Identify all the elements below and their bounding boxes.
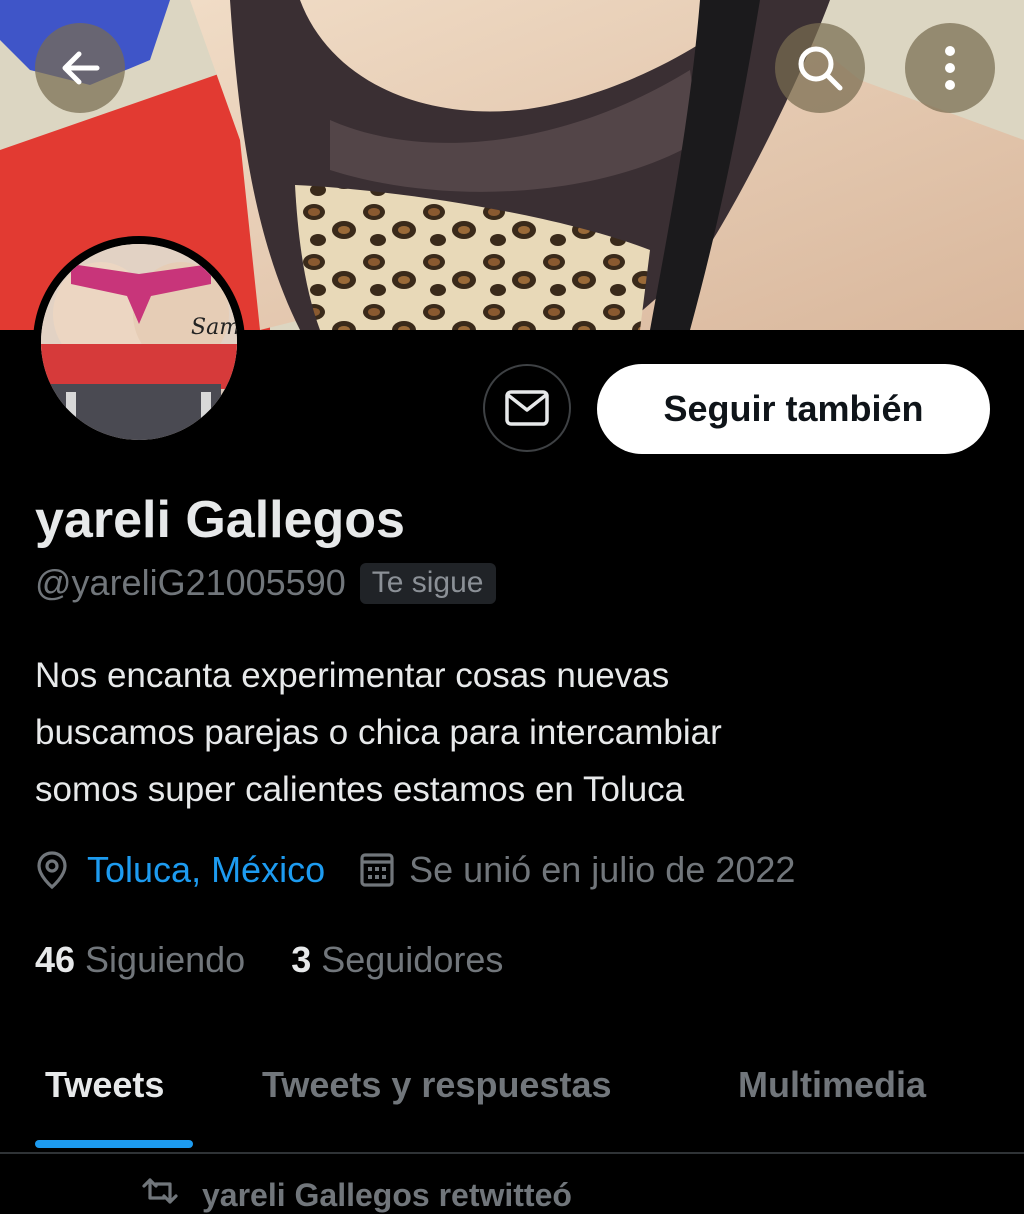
calendar-icon	[359, 851, 395, 889]
active-tab-indicator	[35, 1140, 193, 1148]
follow-back-button[interactable]: Seguir también	[597, 364, 990, 454]
followers-count: 3	[291, 939, 312, 980]
message-button[interactable]	[483, 364, 571, 452]
join-date: Se unió en julio de 2022	[409, 849, 796, 890]
tab-tweets[interactable]: Tweets	[45, 1064, 164, 1106]
avatar-watermark: Sam	[191, 315, 237, 340]
location-pin-icon	[35, 850, 69, 890]
display-name: yareli Gallegos	[35, 491, 405, 549]
bio-line: somos super calientes estamos en Toluca	[35, 770, 685, 809]
retweet-context: yareli Gallegos retwitteó	[140, 1176, 572, 1214]
tab-tweets-and-replies[interactable]: Tweets y respuestas	[262, 1064, 612, 1106]
retweet-label: yareli Gallegos retwitteó	[202, 1176, 572, 1213]
more-vertical-icon	[945, 46, 955, 90]
profile-meta: Toluca, México Se unió en julio de 2022	[35, 842, 795, 898]
following-count: 46	[35, 939, 76, 980]
following-link[interactable]: 46 Siguiendo	[35, 939, 245, 981]
followers-link[interactable]: 3 Seguidores	[291, 939, 503, 981]
bio-line: buscamos parejas o chica para intercambi…	[35, 713, 722, 752]
handle-row: @yareliG21005590 Te sigue	[35, 562, 496, 604]
bio-line: Nos encanta experimentar cosas nuevas	[35, 656, 670, 695]
profile-bio: Nos encanta experimentar cosas nuevas bu…	[35, 647, 995, 818]
location-link[interactable]: Toluca, México	[87, 849, 325, 891]
back-button[interactable]	[35, 23, 125, 113]
avatar-image: Sam	[41, 244, 237, 440]
arrow-left-icon	[62, 51, 100, 85]
more-options-button[interactable]	[905, 23, 995, 113]
mail-icon	[505, 390, 549, 426]
username-handle: @yareliG21005590	[35, 562, 346, 603]
search-icon	[798, 46, 843, 91]
avatar[interactable]: Sam	[33, 236, 245, 448]
following-label: Siguiendo	[85, 939, 246, 980]
follows-you-badge: Te sigue	[359, 562, 496, 604]
follow-stats: 46 Siguiendo 3 Seguidores	[35, 932, 503, 988]
retweet-icon	[140, 1176, 180, 1214]
search-button[interactable]	[775, 23, 865, 113]
followers-label: Seguidores	[321, 939, 504, 980]
tab-media[interactable]: Multimedia	[738, 1064, 926, 1106]
profile-tabs: Tweets Tweets y respuestas Multimedia	[0, 1040, 1024, 1150]
tabs-divider	[0, 1152, 1024, 1154]
